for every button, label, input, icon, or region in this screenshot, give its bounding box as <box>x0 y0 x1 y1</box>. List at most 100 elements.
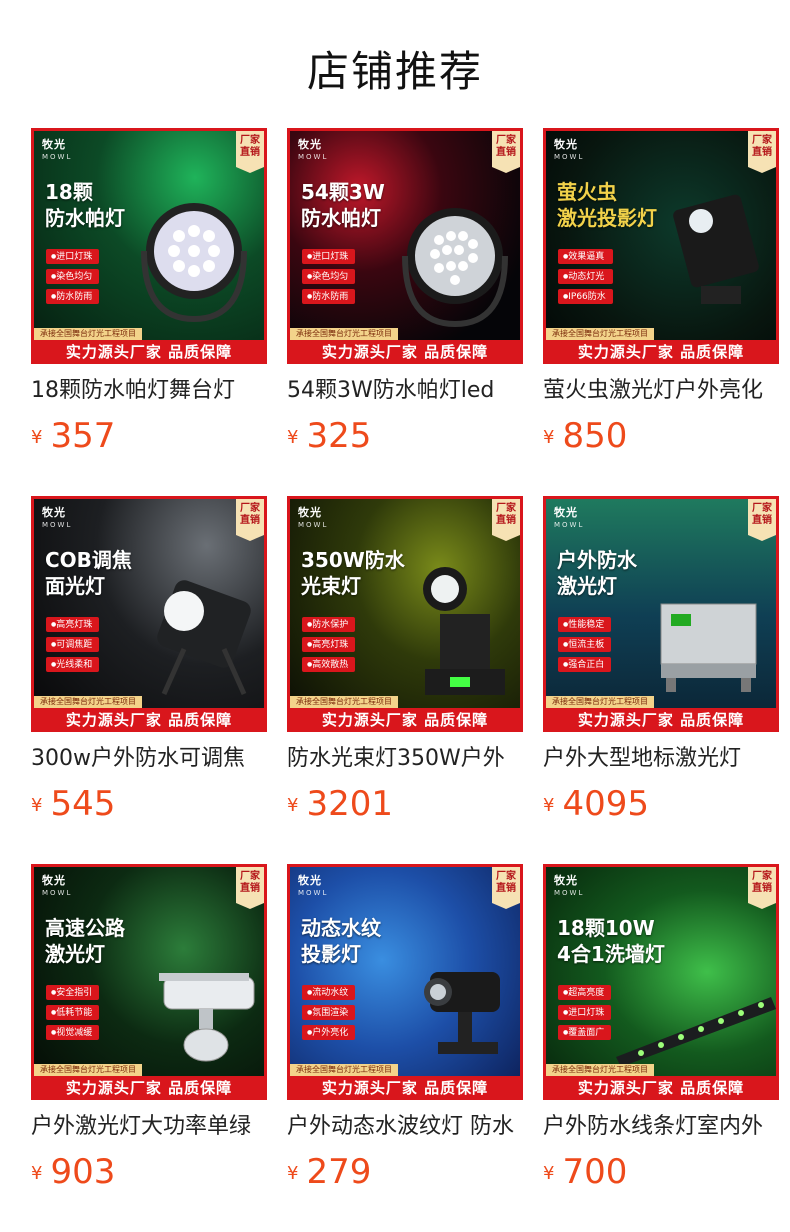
product-card-7[interactable]: 牧光MOWL 厂家直销 高速公路激光灯 安全指引 低耗节能 视觉减缓 承接全国舞… <box>31 864 267 1204</box>
currency-symbol: ¥ <box>543 1163 555 1184</box>
product-name[interactable]: 户外大型地标激光灯 <box>543 744 779 774</box>
product-card-2[interactable]: 牧光MOWL 厂家直销 54颗3W防水帕灯 进口灯珠 染色均匀 防水防雨 承接全… <box>287 128 523 468</box>
product-name[interactable]: 户外激光灯大功率单绿 <box>31 1112 267 1142</box>
feature-tag: 覆盖面广 <box>558 1025 612 1040</box>
product-headline: 动态水纹 投影灯 <box>301 916 381 966</box>
wall-washer-icon <box>616 997 776 1067</box>
product-card-3[interactable]: 牧光MOWL 厂家直销 萤火虫激光投影灯 效果逼真 动态灯光 IP66防水 承接… <box>543 128 779 468</box>
feature-tag: IP66防水 <box>558 289 613 304</box>
product-name[interactable]: 户外动态水波纹灯 防水 <box>287 1112 523 1142</box>
spotlight-icon <box>157 580 251 696</box>
product-card-1[interactable]: 牧光MOWL 厂家直销 18颗防水帕灯 进口灯珠 染色均匀 防水防雨 承接全国舞… <box>31 128 267 468</box>
feature-list: 防水保护 高亮灯珠 高效散热 <box>302 617 356 677</box>
product-price: ¥903 <box>31 1152 115 1192</box>
product-card-5[interactable]: 牧光MOWL 厂家直销 350W防水光束灯 防水保护 高亮灯珠 高效散热 承接全… <box>287 496 523 836</box>
price-amount: 325 <box>306 416 372 456</box>
product-price: ¥4095 <box>543 784 649 824</box>
currency-symbol: ¥ <box>287 427 299 448</box>
product-headline: 54颗3W 防水帕灯 <box>301 180 385 230</box>
price-amount: 545 <box>50 784 116 824</box>
product-price: ¥545 <box>31 784 115 824</box>
factory-direct-badge: 厂家直销 <box>236 131 264 173</box>
currency-symbol: ¥ <box>31 1163 43 1184</box>
brand-logo: 牧光 MOWL <box>298 138 329 162</box>
product-card-6[interactable]: 牧光MOWL 厂家直销 户外防水激光灯 性能稳定 恒流主板 强合正白 承接全国舞… <box>543 496 779 836</box>
service-strip: 承接全国舞台灯光工程项目 <box>290 696 398 708</box>
feature-tag: 安全指引 <box>46 985 100 1000</box>
product-name[interactable]: 萤火虫激光灯户外亮化 <box>543 376 779 406</box>
product-image[interactable]: 牧光MOWL 厂家直销 350W防水光束灯 防水保护 高亮灯珠 高效散热 承接全… <box>287 496 523 732</box>
brand-logo: 牧光 MOWL <box>554 138 585 162</box>
product-card-9[interactable]: 牧光MOWL 厂家直销 18颗10W4合1洗墙灯 超高亮度 进口灯珠 覆盖面广 … <box>543 864 779 1204</box>
feature-list: 性能稳定 恒流主板 强合正白 <box>558 617 612 677</box>
guarantee-banner: 实力源头厂家 品质保障 <box>290 708 520 732</box>
product-name[interactable]: 户外防水线条灯室内外 <box>543 1112 779 1142</box>
feature-list: 进口灯珠 染色均匀 防水防雨 <box>302 249 356 309</box>
product-price: ¥279 <box>287 1152 371 1192</box>
feature-tag: 户外亮化 <box>302 1025 356 1040</box>
currency-symbol: ¥ <box>31 427 43 448</box>
service-strip: 承接全国舞台灯光工程项目 <box>546 328 654 340</box>
beam-light-icon <box>423 567 505 695</box>
product-headline: 350W防水 光束灯 <box>301 548 405 598</box>
service-strip: 承接全国舞台灯光工程项目 <box>34 328 142 340</box>
feature-tag: 可调焦距 <box>46 637 100 652</box>
product-price: ¥325 <box>287 416 371 456</box>
guarantee-banner: 实力源头厂家 品质保障 <box>34 340 264 364</box>
product-name[interactable]: 54颗3W防水帕灯led <box>287 376 523 406</box>
feature-tag: 进口灯珠 <box>558 1005 612 1020</box>
currency-symbol: ¥ <box>287 795 299 816</box>
product-name[interactable]: 300w户外防水可调焦 <box>31 744 267 774</box>
feature-tag: 防水防雨 <box>302 289 356 304</box>
service-strip: 承接全国舞台灯光工程项目 <box>546 1064 654 1076</box>
guarantee-banner: 实力源头厂家 品质保障 <box>34 708 264 732</box>
product-name[interactable]: 18颗防水帕灯舞台灯 <box>31 376 267 406</box>
product-card-8[interactable]: 牧光MOWL 厂家直销 动态水纹投影灯 流动水纹 氛围渲染 户外亮化 承接全国舞… <box>287 864 523 1204</box>
par-light-icon <box>402 208 508 328</box>
product-headline: 18颗10W 4合1洗墙灯 <box>557 916 665 966</box>
camera-laser-icon <box>159 973 255 1062</box>
price-amount: 700 <box>562 1152 628 1192</box>
feature-tag: 氛围渲染 <box>302 1005 356 1020</box>
product-image[interactable]: 牧光MOWL 厂家直销 动态水纹投影灯 流动水纹 氛围渲染 户外亮化 承接全国舞… <box>287 864 523 1100</box>
feature-tag: 高亮灯珠 <box>46 617 100 632</box>
product-price: ¥700 <box>543 1152 627 1192</box>
brand-logo: 牧光 MOWL <box>42 874 73 898</box>
brand-logo: 牧光 MOWL <box>298 874 329 898</box>
product-headline: 高速公路 激光灯 <box>45 916 125 966</box>
laser-box-icon <box>660 603 757 692</box>
feature-tag: 动态灯光 <box>558 269 613 284</box>
feature-list: 效果逼真 动态灯光 IP66防水 <box>558 249 613 309</box>
brand-logo: 牧光 MOWL <box>554 874 585 898</box>
currency-symbol: ¥ <box>543 427 555 448</box>
price-amount: 850 <box>562 416 628 456</box>
feature-tag: 染色均匀 <box>302 269 356 284</box>
feature-list: 高亮灯珠 可调焦距 光线柔和 <box>46 617 100 677</box>
service-strip: 承接全国舞台灯光工程项目 <box>546 696 654 708</box>
product-image[interactable]: 牧光MOWL 厂家直销 萤火虫激光投影灯 效果逼真 动态灯光 IP66防水 承接… <box>543 128 779 364</box>
par-light-icon <box>141 203 247 323</box>
product-image[interactable]: 牧光MOWL 厂家直销 户外防水激光灯 性能稳定 恒流主板 强合正白 承接全国舞… <box>543 496 779 732</box>
product-image[interactable]: 牧光MOWL 厂家直销 54颗3W防水帕灯 进口灯珠 染色均匀 防水防雨 承接全… <box>287 128 523 364</box>
feature-tag: 进口灯珠 <box>302 249 356 264</box>
product-image[interactable]: 牧光MOWL 厂家直销 18颗10W4合1洗墙灯 超高亮度 进口灯珠 覆盖面广 … <box>543 864 779 1100</box>
product-price: ¥850 <box>543 416 627 456</box>
product-image[interactable]: 牧光MOWL 厂家直销 高速公路激光灯 安全指引 低耗节能 视觉减缓 承接全国舞… <box>31 864 267 1100</box>
guarantee-banner: 实力源头厂家 品质保障 <box>290 1076 520 1100</box>
product-image[interactable]: 牧光MOWL 厂家直销 COB调焦面光灯 高亮灯珠 可调焦距 光线柔和 承接全国… <box>31 496 267 732</box>
feature-tag: 高效散热 <box>302 657 356 672</box>
factory-direct-badge: 厂家直销 <box>236 499 264 541</box>
product-headline: 户外防水 激光灯 <box>557 548 637 598</box>
guarantee-banner: 实力源头厂家 品质保障 <box>546 340 776 364</box>
product-name[interactable]: 防水光束灯350W户外 <box>287 744 523 774</box>
price-amount: 3201 <box>306 784 393 824</box>
product-card-4[interactable]: 牧光MOWL 厂家直销 COB调焦面光灯 高亮灯珠 可调焦距 光线柔和 承接全国… <box>31 496 267 836</box>
product-image[interactable]: 牧光MOWL 厂家直销 18颗防水帕灯 进口灯珠 染色均匀 防水防雨 承接全国舞… <box>31 128 267 364</box>
feature-tag: 性能稳定 <box>558 617 612 632</box>
service-strip: 承接全国舞台灯光工程项目 <box>34 696 142 708</box>
brand-logo: 牧光 MOWL <box>42 506 73 530</box>
laser-projector-icon <box>673 194 759 304</box>
service-strip: 承接全国舞台灯光工程项目 <box>290 328 398 340</box>
service-strip: 承接全国舞台灯光工程项目 <box>34 1064 142 1076</box>
product-grid: 牧光MOWL 厂家直销 18颗防水帕灯 进口灯珠 染色均匀 防水防雨 承接全国舞… <box>0 0 790 1232</box>
